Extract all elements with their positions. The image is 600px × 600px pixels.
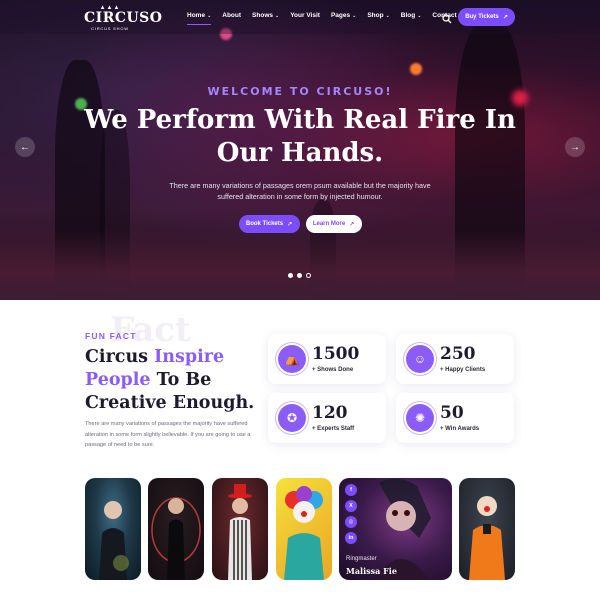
slider-dot-active[interactable]	[297, 273, 302, 278]
people-icon: ☺	[406, 345, 434, 373]
stat-card-awards: ✺ 50 + Win Awards	[396, 393, 514, 443]
nav-item-blog[interactable]: Blog ⌄	[401, 12, 422, 19]
performer-photo[interactable]	[148, 478, 204, 580]
nav-item-your-visit[interactable]: Your Visit	[290, 12, 320, 19]
performer-photo[interactable]	[276, 478, 332, 580]
member-role: Ringmaster	[346, 556, 377, 562]
main-navbar: ▲▲▲ CIRCUSO CIRCUS SHOW Home ⌄ About Show…	[0, 0, 600, 34]
chevron-down-icon: ⌄	[275, 13, 280, 19]
stat-value: 50	[440, 403, 464, 423]
hero-buttons: Book Tickets ↗ Learn More ↗	[0, 215, 600, 233]
book-tickets-button[interactable]: Book Tickets ↗	[238, 215, 300, 233]
search-icon[interactable]	[442, 11, 452, 24]
tent-icon: ⛺	[278, 345, 306, 373]
stat-card-shows: ⛺ 1500 + Shows Done	[268, 334, 386, 384]
arrow-left-icon: ←	[20, 141, 30, 153]
award-icon: ✺	[406, 404, 434, 432]
fun-fact-watermark: Fact	[110, 310, 191, 350]
chevron-down-icon: ⌄	[207, 13, 212, 19]
arrow-up-right-icon: ↗	[349, 221, 355, 228]
brand-tagline: CIRCUS SHOW	[91, 26, 129, 31]
slider-next-button[interactable]: →	[565, 137, 585, 157]
chevron-down-icon: ⌄	[352, 13, 357, 19]
stat-label: + Shows Done	[312, 367, 354, 373]
nav-item-shows[interactable]: Shows ⌄	[252, 12, 279, 19]
main-nav: Home ⌄ About Shows ⌄ Your Visit Pages ⌄ Sho…	[187, 12, 468, 25]
stat-label: + Win Awards	[440, 426, 480, 432]
performer-photo[interactable]	[85, 478, 141, 580]
stat-value: 1500	[312, 344, 360, 364]
brand-logo[interactable]: ▲▲▲ CIRCUSO CIRCUS SHOW	[84, 5, 163, 31]
nav-item-home[interactable]: Home ⌄	[187, 12, 212, 25]
buy-tickets-button[interactable]: Buy Tickets ↗	[458, 8, 515, 26]
juggling-light	[410, 63, 422, 75]
hero-content: WELCOME TO CIRCUSO! We Perform With Real…	[0, 85, 600, 233]
team-member-card[interactable]: f X ◎ in Ringmaster Malissa Fie	[339, 478, 452, 580]
stat-card-staff: ✪ 120 + Experts Staff	[268, 393, 386, 443]
x-twitter-icon[interactable]: X	[345, 500, 357, 512]
hero-description: There are many variations of passages or…	[169, 181, 431, 201]
performer-photo[interactable]	[459, 478, 515, 580]
hero-slider: ▲▲▲ CIRCUSO CIRCUS SHOW Home ⌄ About Show…	[0, 0, 600, 300]
fun-fact-title: Circus Inspire People To Be Creative Eno…	[85, 347, 255, 413]
chevron-down-icon: ⌄	[385, 13, 390, 19]
slider-prev-button[interactable]: ←	[15, 137, 35, 157]
arrow-up-right-icon: ↗	[502, 14, 508, 21]
stat-label: + Happy Clients	[440, 367, 486, 373]
hero-title: We Perform With Real Fire In Our Hands.	[84, 105, 516, 168]
hero-kicker: WELCOME TO CIRCUSO!	[207, 85, 393, 98]
arrow-up-right-icon: ↗	[287, 221, 293, 228]
performer-photo[interactable]	[212, 478, 268, 580]
slider-pagination	[288, 273, 311, 278]
instagram-icon[interactable]: ◎	[345, 516, 357, 528]
stat-card-clients: ☺ 250 + Happy Clients	[396, 334, 514, 384]
facebook-icon[interactable]: f	[345, 484, 357, 496]
chevron-down-icon: ⌄	[417, 13, 422, 19]
staff-icon: ✪	[278, 404, 306, 432]
stat-label: + Experts Staff	[312, 426, 355, 432]
slider-dot[interactable]	[288, 273, 293, 278]
stat-value: 250	[440, 344, 476, 364]
nav-item-shop[interactable]: Shop ⌄	[367, 12, 389, 19]
social-links: f X ◎ in	[345, 484, 357, 544]
linkedin-icon[interactable]: in	[345, 532, 357, 544]
stat-value: 120	[312, 403, 348, 423]
slider-dot[interactable]	[306, 273, 311, 278]
learn-more-button[interactable]: Learn More ↗	[305, 215, 362, 233]
fun-fact-label: FUN FACT	[85, 331, 137, 341]
nav-item-about[interactable]: About	[222, 12, 241, 19]
member-name: Malissa Fie	[346, 566, 397, 576]
arrow-right-icon: →	[570, 141, 580, 153]
fun-fact-description: There are many variations of passages th…	[85, 421, 251, 448]
nav-item-pages[interactable]: Pages ⌄	[331, 12, 356, 19]
stage-floor	[0, 230, 600, 300]
brand-name: CIRCUSO	[84, 10, 163, 26]
